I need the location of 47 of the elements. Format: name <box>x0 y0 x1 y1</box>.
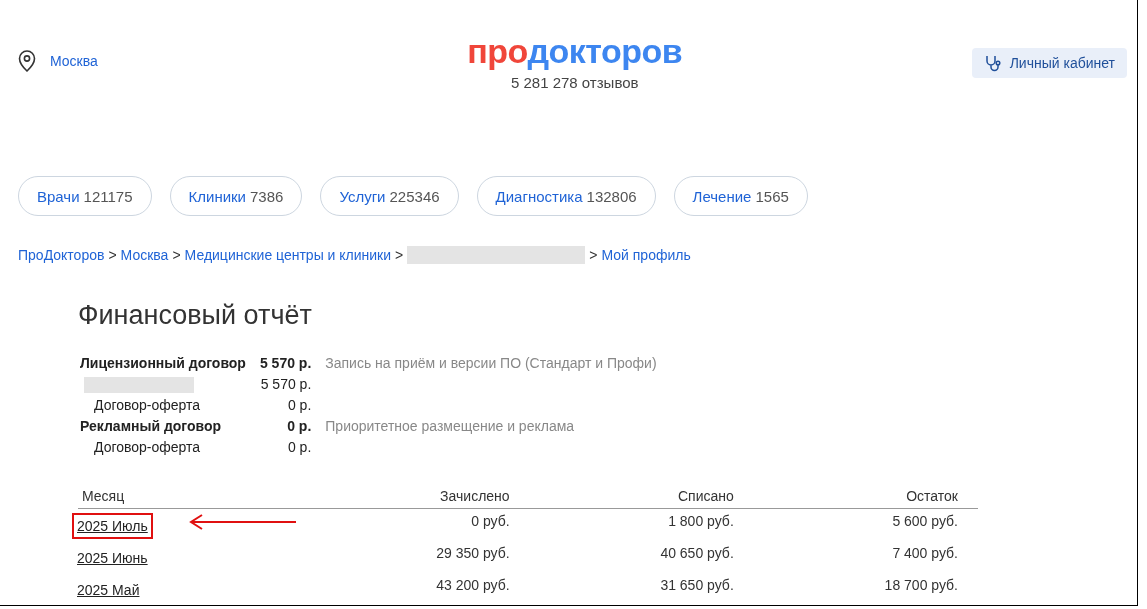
city-link[interactable]: Москва <box>50 53 98 69</box>
category-chip[interactable]: Диагностика 132806 <box>476 176 656 216</box>
balance-cell: 5 600 руб. <box>892 513 958 529</box>
month-link[interactable]: 2025 Июнь <box>72 545 153 571</box>
balance-cell: 7 400 руб. <box>892 545 958 561</box>
column-header: Зачислено <box>440 488 510 504</box>
contract-note: Приоритетное размещение и реклама <box>325 418 575 434</box>
contract-name: Лицензионный договор <box>79 354 246 373</box>
category-chip[interactable]: Услуги 225346 <box>320 176 459 216</box>
contract-name: Договор-оферта <box>93 438 202 457</box>
contract-name: Рекламный договор <box>79 417 223 436</box>
contract-amount: 5 570 р. <box>259 375 312 394</box>
breadcrumb-link[interactable]: ПроДокторов <box>18 247 105 263</box>
month-link[interactable]: 2025 Май <box>72 577 145 603</box>
contract-amount: 5 570 р. <box>259 354 312 373</box>
page-title: Финансовый отчёт <box>78 300 313 331</box>
contract-amount: 0 р. <box>286 417 312 436</box>
contract-note: Запись на приём и версии ПО (Стандарт и Профи) <box>325 355 657 371</box>
breadcrumb-separator: > <box>172 247 181 263</box>
column-header: Списано <box>677 488 734 504</box>
contract-amount: 0 р. <box>286 396 312 415</box>
breadcrumb-separator: > <box>589 247 598 263</box>
location-pin-icon <box>18 50 36 72</box>
column-header: Месяц <box>82 488 125 504</box>
breadcrumb-link[interactable]: Мой профиль <box>601 247 691 263</box>
reviews-count: 5 281 278 отзывов <box>510 74 639 91</box>
category-chip[interactable]: Врачи 121175 <box>18 176 152 216</box>
contract-amount: 0 р. <box>286 438 312 457</box>
credited-cell: 43 200 руб. <box>436 577 510 593</box>
debited-cell: 1 800 руб. <box>668 513 734 529</box>
highlighted-month-link[interactable]: 2025 Июль <box>72 513 153 539</box>
credited-cell: 0 руб. <box>471 513 510 529</box>
account-button[interactable]: Личный кабинет <box>971 48 1127 78</box>
stethoscope-icon <box>983 54 1002 72</box>
site-logo[interactable]: продокторов <box>467 34 683 68</box>
breadcrumb-separator: > <box>108 247 117 263</box>
debited-cell: 31 650 руб. <box>660 577 734 593</box>
debited-cell: 40 650 руб. <box>660 545 734 561</box>
category-chip[interactable]: Клиники 7386 <box>169 176 303 216</box>
contract-name: Договор-оферта <box>93 396 202 415</box>
balance-cell: 18 700 руб. <box>884 577 958 593</box>
category-chip[interactable]: Лечение 1565 <box>673 176 808 216</box>
credited-cell: 29 350 руб. <box>436 545 510 561</box>
breadcrumb-separator: > <box>395 247 404 263</box>
breadcrumb-link[interactable]: Медицинские центры и клиники <box>184 247 392 263</box>
breadcrumb-link[interactable]: Москва <box>120 247 169 263</box>
column-header: Остаток <box>906 488 958 504</box>
